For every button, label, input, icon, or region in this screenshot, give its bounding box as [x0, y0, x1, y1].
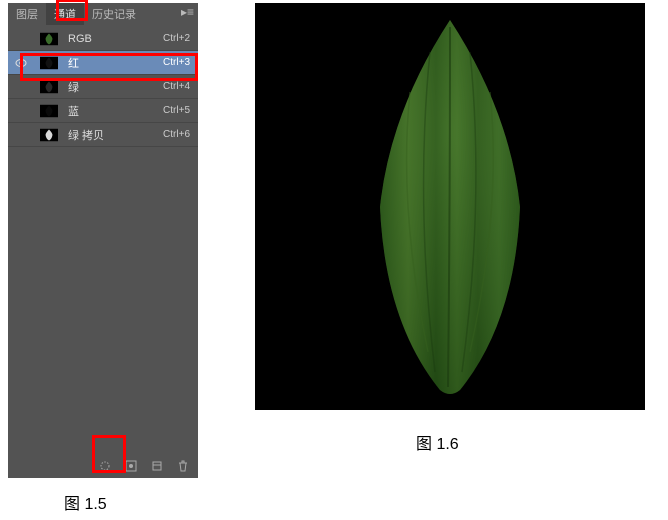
channel-thumb — [36, 30, 62, 48]
delete-channel-icon[interactable] — [176, 459, 190, 473]
channel-name: 蓝 — [68, 103, 163, 119]
new-channel-icon[interactable] — [150, 459, 164, 473]
channel-thumb — [36, 102, 62, 120]
channel-shortcut: Ctrl+4 — [163, 81, 194, 92]
channel-name: RGB — [68, 33, 163, 45]
visibility-icon[interactable] — [12, 30, 30, 48]
channel-name: 绿 — [68, 79, 163, 95]
channel-thumb — [36, 126, 62, 144]
channel-row-3[interactable]: 蓝Ctrl+5 — [8, 99, 198, 123]
visibility-icon[interactable] — [12, 78, 30, 96]
panel-tabs: 图层 通道 历史记录 ▸≡ — [8, 3, 198, 25]
channels-panel: 图层 通道 历史记录 ▸≡ RGBCtrl+2红Ctrl+3绿Ctrl+4蓝Ct… — [8, 3, 198, 478]
channel-shortcut: Ctrl+6 — [163, 129, 194, 140]
tab-channels[interactable]: 通道 — [46, 3, 84, 25]
preview-image — [255, 3, 645, 410]
panel-footer — [8, 454, 198, 478]
tab-layers[interactable]: 图层 — [8, 3, 46, 25]
tab-history[interactable]: 历史记录 — [84, 3, 144, 25]
channel-list: RGBCtrl+2红Ctrl+3绿Ctrl+4蓝Ctrl+5绿 拷贝Ctrl+6 — [8, 25, 198, 147]
channel-row-1[interactable]: 红Ctrl+3 — [8, 51, 198, 75]
channel-row-0[interactable]: RGBCtrl+2 — [8, 27, 198, 51]
channel-thumb — [36, 54, 62, 72]
visibility-icon[interactable] — [12, 126, 30, 144]
channel-shortcut: Ctrl+3 — [163, 57, 194, 68]
visibility-icon[interactable] — [12, 102, 30, 120]
caption-right: 图 1.6 — [416, 430, 459, 454]
channel-row-2[interactable]: 绿Ctrl+4 — [8, 75, 198, 99]
channel-shortcut: Ctrl+2 — [163, 33, 194, 44]
caption-left: 图 1.5 — [64, 490, 107, 514]
channel-name: 红 — [68, 55, 163, 71]
channel-shortcut: Ctrl+5 — [163, 105, 194, 116]
channel-row-4[interactable]: 绿 拷贝Ctrl+6 — [8, 123, 198, 147]
load-selection-icon[interactable] — [98, 459, 112, 473]
panel-menu-icon[interactable]: ▸≡ — [181, 5, 194, 19]
channel-name: 绿 拷贝 — [68, 127, 163, 143]
visibility-icon[interactable] — [12, 54, 30, 72]
channel-thumb — [36, 78, 62, 96]
save-selection-icon[interactable] — [124, 459, 138, 473]
